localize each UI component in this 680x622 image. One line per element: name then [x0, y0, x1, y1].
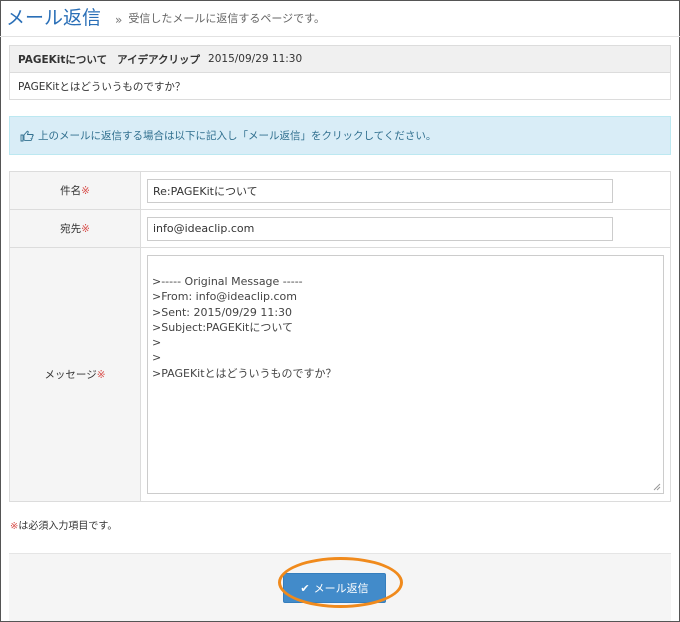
message-line: >: [152, 351, 162, 365]
to-input[interactable]: info@ideaclip.com: [147, 216, 613, 241]
reply-form: 件名※ Re:PAGEKitについて 宛先※ info@ideaclip.com…: [9, 171, 671, 502]
title-separator: »: [115, 13, 123, 27]
original-message-header: PAGEKitについて アイデアクリップ 2015/09/29 11:30: [10, 46, 670, 73]
send-reply-label: メール返信: [313, 582, 369, 595]
required-mark: ※: [81, 185, 90, 197]
message-line: >----- Original Message -----: [152, 275, 303, 288]
page-subtitle: 受信したメールに返信するページです。: [128, 12, 326, 25]
page-title: メール返信: [6, 7, 102, 29]
original-message-date: 2015/09/29 11:30: [208, 53, 303, 65]
message-line: >Sent: 2015/09/29 11:30: [152, 305, 293, 319]
original-message-subject: PAGEKitについて: [18, 53, 108, 66]
header-divider: [0, 36, 680, 37]
page-header: メール返信 » 受信したメールに返信するページです。: [6, 4, 325, 30]
subject-label: 件名※: [9, 171, 141, 210]
subject-row: 件名※ Re:PAGEKitについて: [9, 171, 671, 210]
original-message-panel: PAGEKitについて アイデアクリップ 2015/09/29 11:30 PA…: [9, 45, 671, 100]
hand-pointing-icon: [20, 130, 34, 142]
subject-input[interactable]: Re:PAGEKitについて: [147, 178, 613, 203]
info-alert: 上のメールに返信する場合は以下に記入し「メール返信」をクリックしてください。: [9, 116, 671, 155]
message-row: メッセージ※ >----- Original Message ----- >Fr…: [9, 247, 671, 502]
required-mark: ※: [81, 223, 90, 235]
info-text: 上のメールに返信する場合は以下に記入し「メール返信」をクリックしてください。: [38, 130, 437, 142]
to-label: 宛先※: [9, 209, 141, 248]
message-line: >From: info@ideaclip.com: [152, 290, 297, 304]
message-line: >PAGEKitとはどういうものですか？: [152, 366, 337, 380]
required-mark: ※: [96, 369, 106, 381]
check-icon: ✔: [300, 581, 310, 595]
original-message-body: PAGEKitとはどういうものですか？: [18, 80, 186, 93]
send-reply-button[interactable]: ✔ メール返信: [283, 573, 386, 603]
message-line: >: [152, 336, 162, 350]
required-note-text: は必須入力項目です。: [18, 521, 118, 532]
message-line: >Subject:PAGEKitについて: [152, 320, 294, 334]
original-message-sender: アイデアクリップ: [117, 53, 201, 66]
resize-grip-icon[interactable]: [653, 483, 661, 491]
to-row: 宛先※ info@ideaclip.com: [9, 209, 671, 248]
message-label: メッセージ※: [9, 247, 141, 502]
required-note: ※は必須入力項目です。: [10, 517, 117, 532]
message-textarea[interactable]: >----- Original Message ----- >From: inf…: [147, 255, 664, 494]
